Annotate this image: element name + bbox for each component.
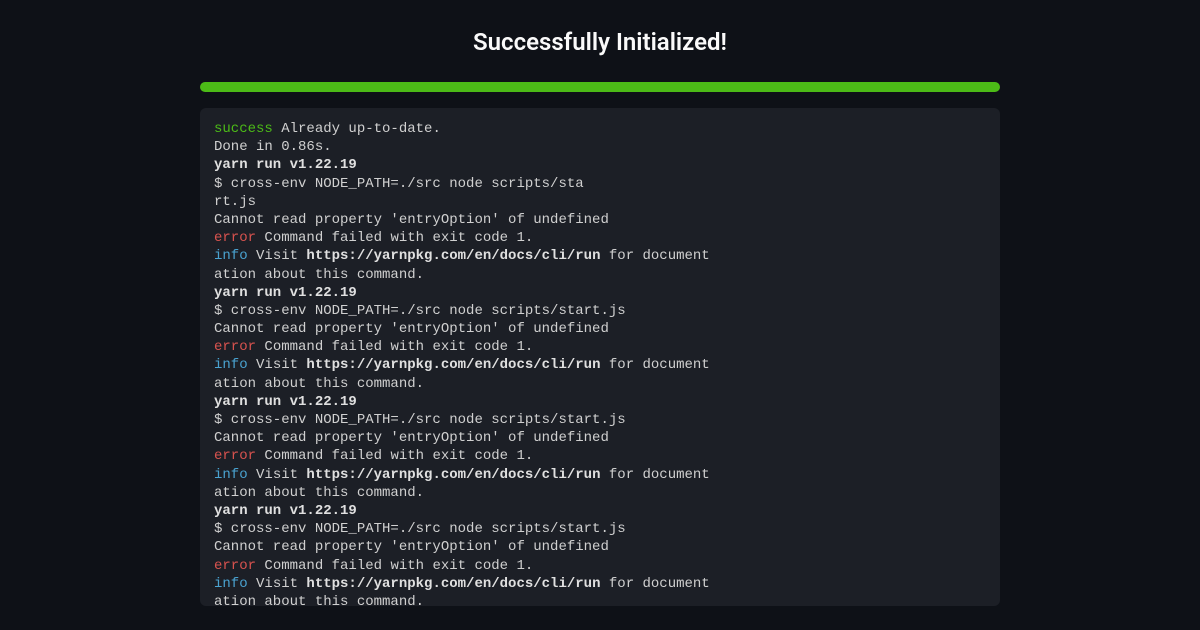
terminal-line: $ cross-env NODE_PATH=./src node scripts…	[214, 302, 986, 320]
terminal-segment-plain: for document	[600, 357, 709, 373]
terminal-segment-plain: ation about this command.	[214, 485, 424, 501]
terminal-line: error Command failed with exit code 1.	[214, 447, 986, 465]
terminal-line: ation about this command.	[214, 375, 986, 393]
terminal-line: yarn run v1.22.19	[214, 284, 986, 302]
terminal-segment-plain: $ cross-env NODE_PATH=./src node scripts…	[214, 412, 626, 428]
terminal-line: Cannot read property 'entryOption' of un…	[214, 320, 986, 338]
terminal-segment-bold: https://yarnpkg.com/en/docs/cli/run	[306, 467, 600, 483]
content-container: Successfully Initialized! success Alread…	[200, 0, 1000, 606]
terminal-segment-error: error	[214, 558, 256, 574]
terminal-segment-bold: yarn run v1.22.19	[214, 157, 357, 173]
terminal-segment-plain: for document	[600, 576, 709, 592]
terminal-segment-error: error	[214, 448, 256, 464]
terminal-line: info Visit https://yarnpkg.com/en/docs/c…	[214, 575, 986, 593]
terminal-segment-plain: Command failed with exit code 1.	[256, 558, 533, 574]
terminal-segment-plain: for document	[600, 467, 709, 483]
progress-bar	[200, 82, 1000, 92]
terminal-line: error Command failed with exit code 1.	[214, 557, 986, 575]
terminal-segment-info: info	[214, 576, 248, 592]
terminal-line: $ cross-env NODE_PATH=./src node scripts…	[214, 175, 986, 193]
terminal-line: ation about this command.	[214, 484, 986, 502]
terminal-segment-plain: Cannot read property 'entryOption' of un…	[214, 539, 609, 555]
terminal-line: Cannot read property 'entryOption' of un…	[214, 538, 986, 556]
terminal-segment-plain: ation about this command.	[214, 594, 424, 606]
terminal-segment-plain: for document	[600, 248, 709, 264]
terminal-segment-plain: Command failed with exit code 1.	[256, 448, 533, 464]
terminal-line: yarn run v1.22.19	[214, 156, 986, 174]
terminal-segment-plain: ation about this command.	[214, 376, 424, 392]
terminal-segment-plain: ation about this command.	[214, 267, 424, 283]
terminal-segment-info: info	[214, 467, 248, 483]
terminal-segment-plain: $ cross-env NODE_PATH=./src node scripts…	[214, 521, 626, 537]
terminal-segment-plain: Visit	[248, 357, 307, 373]
terminal-segment-plain: Already up-to-date.	[273, 121, 441, 137]
terminal-line: info Visit https://yarnpkg.com/en/docs/c…	[214, 466, 986, 484]
terminal-output[interactable]: success Already up-to-date.Done in 0.86s…	[200, 108, 1000, 606]
terminal-segment-plain: Visit	[248, 467, 307, 483]
terminal-segment-plain: rt.js	[214, 194, 256, 210]
page-title: Successfully Initialized!	[200, 28, 1000, 56]
terminal-segment-bold: yarn run v1.22.19	[214, 503, 357, 519]
terminal-line: yarn run v1.22.19	[214, 502, 986, 520]
terminal-segment-plain: Command failed with exit code 1.	[256, 339, 533, 355]
terminal-segment-info: info	[214, 248, 248, 264]
terminal-line: error Command failed with exit code 1.	[214, 338, 986, 356]
terminal-segment-error: error	[214, 230, 256, 246]
terminal-segment-plain: Command failed with exit code 1.	[256, 230, 533, 246]
terminal-line: yarn run v1.22.19	[214, 393, 986, 411]
terminal-segment-plain: Cannot read property 'entryOption' of un…	[214, 321, 609, 337]
terminal-line: info Visit https://yarnpkg.com/en/docs/c…	[214, 247, 986, 265]
terminal-segment-bold: https://yarnpkg.com/en/docs/cli/run	[306, 248, 600, 264]
terminal-line: ation about this command.	[214, 266, 986, 284]
terminal-line: info Visit https://yarnpkg.com/en/docs/c…	[214, 356, 986, 374]
terminal-segment-plain: Visit	[248, 248, 307, 264]
terminal-segment-plain: $ cross-env NODE_PATH=./src node scripts…	[214, 176, 584, 192]
terminal-line: Cannot read property 'entryOption' of un…	[214, 211, 986, 229]
terminal-segment-plain: $ cross-env NODE_PATH=./src node scripts…	[214, 303, 626, 319]
terminal-segment-info: info	[214, 357, 248, 373]
terminal-segment-plain: Done in 0.86s.	[214, 139, 332, 155]
terminal-line: success Already up-to-date.	[214, 120, 986, 138]
terminal-segment-bold: yarn run v1.22.19	[214, 285, 357, 301]
terminal-line: rt.js	[214, 193, 986, 211]
terminal-segment-bold: https://yarnpkg.com/en/docs/cli/run	[306, 576, 600, 592]
terminal-segment-plain: Cannot read property 'entryOption' of un…	[214, 430, 609, 446]
terminal-segment-success: success	[214, 121, 273, 137]
terminal-line: $ cross-env NODE_PATH=./src node scripts…	[214, 520, 986, 538]
terminal-line: $ cross-env NODE_PATH=./src node scripts…	[214, 411, 986, 429]
terminal-line: error Command failed with exit code 1.	[214, 229, 986, 247]
terminal-segment-bold: https://yarnpkg.com/en/docs/cli/run	[306, 357, 600, 373]
terminal-segment-plain: Visit	[248, 576, 307, 592]
terminal-line: Cannot read property 'entryOption' of un…	[214, 429, 986, 447]
terminal-segment-plain: Cannot read property 'entryOption' of un…	[214, 212, 609, 228]
terminal-line: ation about this command.	[214, 593, 986, 606]
terminal-segment-error: error	[214, 339, 256, 355]
terminal-line: Done in 0.86s.	[214, 138, 986, 156]
terminal-segment-bold: yarn run v1.22.19	[214, 394, 357, 410]
